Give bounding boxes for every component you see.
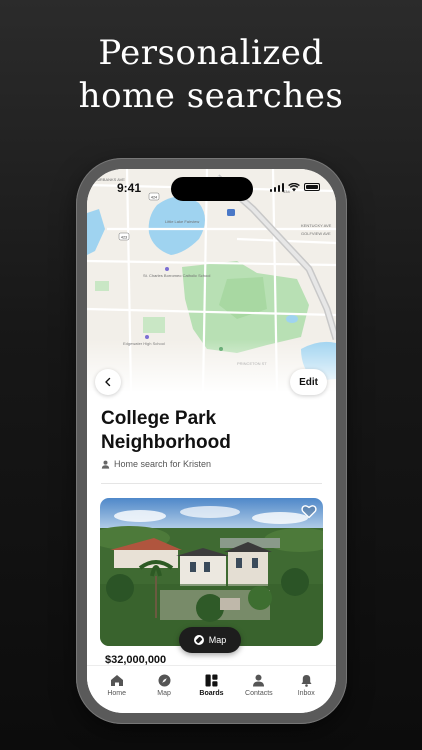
- tab-home[interactable]: Home: [94, 666, 140, 713]
- headline: Personalized home searches: [0, 32, 422, 118]
- tab-inbox[interactable]: Inbox: [283, 666, 329, 713]
- house-photo: [100, 498, 323, 646]
- status-icons: [269, 182, 320, 192]
- route-shield-label: 423: [121, 236, 127, 240]
- battery-icon: [304, 183, 320, 191]
- compass-icon: [158, 674, 171, 687]
- map-label-school: St. Charles Borromeo Catholic School: [143, 273, 210, 278]
- route-shield-label: 424: [151, 196, 157, 200]
- tab-bar: Home Map Boards Contacts Inbox: [87, 665, 336, 713]
- dynamic-island: [171, 177, 253, 201]
- headline-line-1: Personalized: [98, 33, 324, 73]
- tab-map[interactable]: Map: [141, 666, 187, 713]
- chevron-left-icon: [105, 377, 111, 387]
- phone-screen: 423 424 W FAIRBANKS AVE Little Lake Fair…: [87, 169, 336, 713]
- tab-boards[interactable]: Boards: [188, 666, 234, 713]
- wifi-icon: [288, 182, 300, 191]
- tab-inbox-label: Inbox: [297, 690, 315, 697]
- map-toggle-button[interactable]: Map: [179, 627, 241, 653]
- status-time: 9:41: [117, 181, 142, 195]
- grid-icon: [205, 674, 218, 687]
- board-subtitle-text: Home search for Kristen: [114, 459, 212, 469]
- divider: [101, 483, 322, 484]
- map-label-golfview: GOLFVIEW AVE: [301, 231, 331, 236]
- house-icon: [110, 675, 123, 686]
- cellular-signal-icon: [269, 182, 284, 192]
- board-title: College Park Neighborhood: [101, 407, 326, 455]
- tab-contacts[interactable]: Contacts: [236, 666, 282, 713]
- back-button[interactable]: [95, 369, 121, 395]
- favorite-heart-icon[interactable]: [301, 504, 317, 519]
- tab-map-label: Map: [157, 690, 171, 697]
- board-subtitle: Home search for Kristen: [101, 459, 211, 469]
- tab-home-label: Home: [107, 690, 127, 697]
- person-icon: [101, 460, 110, 469]
- person-icon: [253, 674, 265, 687]
- map-label-kentucky: KENTUCKY AVE: [301, 223, 332, 228]
- edit-button[interactable]: Edit: [290, 369, 327, 395]
- headline-line-2: home searches: [78, 76, 344, 116]
- listing-photo[interactable]: [100, 498, 323, 646]
- map-button-label: Map: [208, 635, 227, 645]
- tab-boards-label: Boards: [199, 690, 224, 697]
- tab-contacts-label: Contacts: [245, 690, 273, 697]
- bell-icon: [301, 675, 312, 687]
- map-label-lake: Little Lake Fairview: [165, 219, 199, 224]
- phone-frame: 423 424 W FAIRBANKS AVE Little Lake Fair…: [76, 158, 347, 724]
- compass-icon: [193, 635, 204, 645]
- board-title-line-2: Neighborhood: [101, 432, 231, 453]
- board-title-line-1: College Park: [101, 408, 217, 429]
